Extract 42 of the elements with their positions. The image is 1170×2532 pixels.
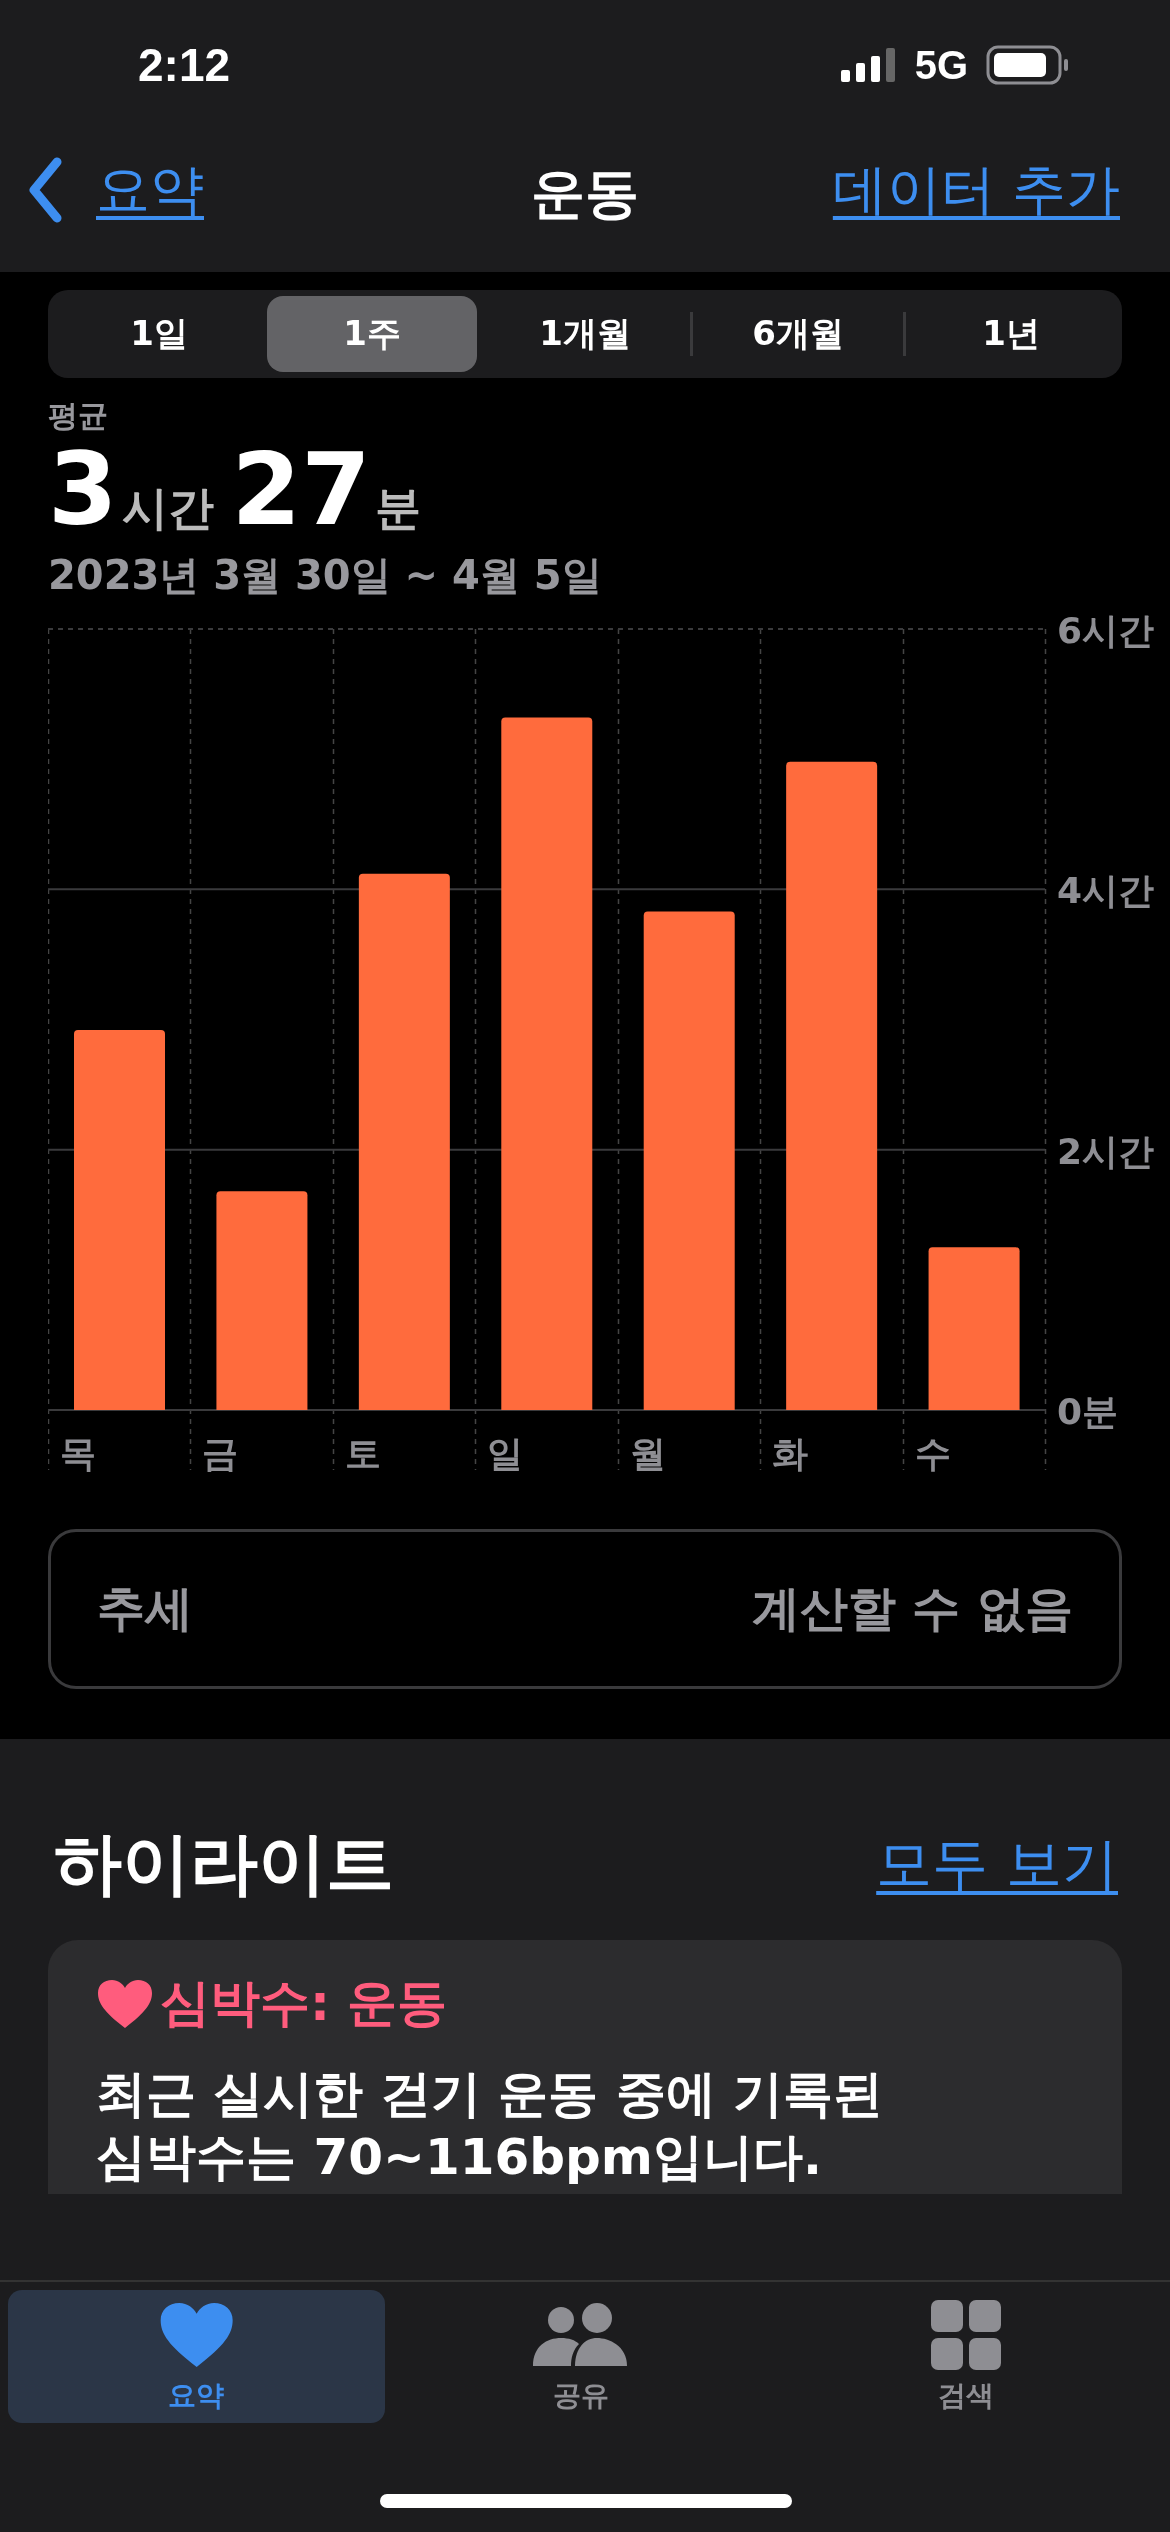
axis-label: 목: [60, 1433, 96, 1474]
axis-label: 일: [487, 1433, 524, 1474]
axis-label: 토: [344, 1433, 381, 1474]
see-all-link[interactable]: 모두 보기: [876, 1826, 1118, 1903]
axis-label: 월: [629, 1433, 666, 1474]
signal-icon: [840, 48, 897, 82]
tab-bar-item[interactable]: 요약: [8, 2290, 385, 2423]
axis-label: 4시간: [1057, 870, 1155, 912]
axis-label: 수: [914, 1433, 951, 1474]
average-number: 27: [231, 437, 371, 542]
tab-bar-item[interactable]: 검색: [777, 2290, 1154, 2423]
highlight-text: 최근 실시한 걷기 운동 중에 기록된 심박수는 70~116bpm입니다.: [96, 2064, 885, 2188]
axis-label: 6시간: [1057, 610, 1155, 651]
network-label: 5G: [914, 42, 968, 88]
axis-label: 화: [772, 1433, 809, 1474]
nav-title: 운동: [531, 161, 639, 227]
add-data-link[interactable]: 데이터 추가: [832, 153, 1120, 227]
average-unit: 시간: [121, 480, 214, 537]
grid-icon: [930, 2298, 1001, 2371]
highlight-card[interactable]: 심박수: 운동 최근 실시한 걷기 운동 중에 기록된 심박수는 70~116bpm입니다.: [48, 1940, 1122, 2194]
segment-tab[interactable]: 1개월: [480, 296, 690, 372]
date-range: 2023년 3월 30일 ~ 4월 5일: [48, 551, 602, 600]
back-chevron-icon[interactable]: [28, 157, 62, 223]
battery-icon: [986, 45, 1070, 85]
axis-label: 금: [202, 1433, 239, 1474]
tab-bar-item[interactable]: 공유: [392, 2290, 770, 2423]
average-number: 3: [48, 437, 118, 542]
segment-tab[interactable]: 1년: [906, 296, 1116, 372]
back-link[interactable]: 요약: [96, 153, 204, 227]
axis-label: 0분: [1057, 1391, 1119, 1432]
trend-value: 계산할 수 없음: [751, 1579, 1073, 1638]
average-unit: 분: [374, 480, 421, 537]
section-title: 하이라이트: [54, 1823, 394, 1905]
average-label: 평균: [48, 397, 108, 435]
segment-tab[interactable]: 1주: [267, 296, 477, 372]
axis-label: 2시간: [1057, 1130, 1155, 1172]
heart-icon: [96, 1977, 154, 2030]
segment-tab[interactable]: 6개월: [693, 296, 903, 372]
highlight-title: 심박수: 운동: [160, 1973, 448, 2034]
trend-label: 추세: [97, 1579, 193, 1638]
segment-tab[interactable]: 1일: [54, 296, 264, 372]
status-time: 2:12: [138, 38, 231, 92]
